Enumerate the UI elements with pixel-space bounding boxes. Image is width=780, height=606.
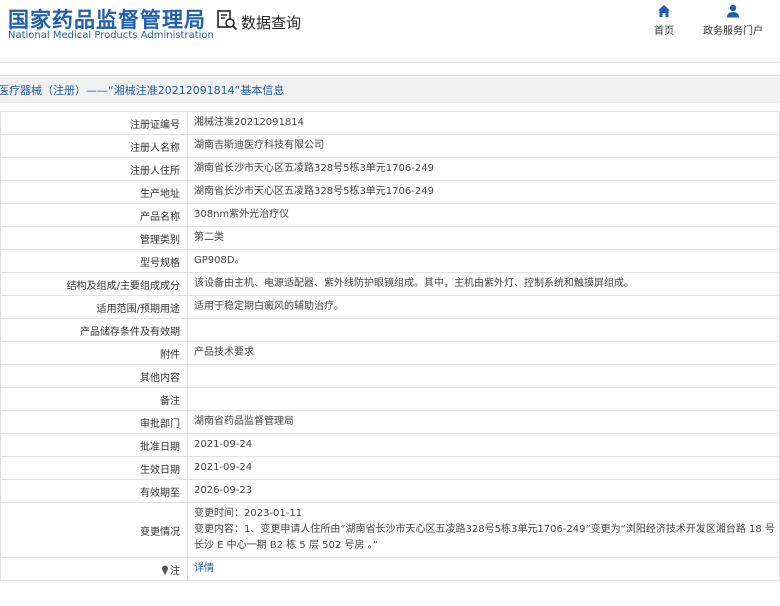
row-label: 管理类别	[0, 226, 188, 250]
data-query-label: 数据查询	[241, 13, 302, 32]
table-row: 结构及组成/主要组成成分 该设备由主机、电源适配器、紫外线防护眼镜组成。其中，主机…	[0, 272, 780, 296]
row-label: 附件	[0, 341, 188, 365]
row-value: 湖南省长沙市天心区五凌路328号5栋3单元1706-249	[187, 157, 780, 181]
row-label: 备注	[0, 387, 188, 411]
row-label: 产品名称	[0, 203, 188, 227]
table-row: 附件 产品技术要求	[0, 341, 780, 365]
change-value: 变更时间：2023-01-11 变更内容：1、变更申请人住所由“湖南省长沙市天心…	[187, 502, 780, 558]
row-label: 生产地址	[0, 180, 188, 204]
table-row: 批准日期 2021-09-24	[0, 433, 780, 457]
table-row: 管理类别 第二类	[0, 226, 780, 250]
notice-value: 详情	[187, 557, 780, 581]
data-query-title: 数据查询	[216, 10, 301, 34]
row-value	[187, 318, 780, 342]
table-row: 注册证编号 湘械注准20212091814	[0, 111, 780, 135]
row-value	[187, 387, 780, 411]
table-row-notice: 注 详情	[0, 557, 780, 581]
nav-home[interactable]: 首页	[650, 4, 678, 37]
logo-subtitle: National Medical Products Administration	[8, 30, 214, 41]
table-row: 其他内容	[0, 364, 780, 388]
row-label: 其他内容	[0, 364, 188, 388]
row-value: 湘械注准20212091814	[187, 111, 780, 135]
row-value: 第二类	[187, 226, 780, 250]
table-row-change: 变更情况 变更时间：2023-01-11 变更内容：1、变更申请人住所由“湖南省…	[0, 502, 780, 558]
table-row: 型号规格 GP908D。	[0, 249, 780, 273]
table-row: 审批部门 湖南省药品监督管理局	[0, 410, 780, 434]
pin-icon	[162, 565, 168, 575]
notice-label-cell: 注	[0, 557, 188, 581]
table-row: 注册人住所 湖南省长沙市天心区五凌路328号5栋3单元1706-249	[0, 157, 780, 181]
home-icon	[658, 5, 670, 17]
change-time: 变更时间：2023-01-11	[194, 508, 303, 519]
user-icon	[727, 4, 739, 18]
table-row: 产品储存条件及有效期	[0, 318, 780, 342]
breadcrumb-banner: 医疗器械（注册）——“湘械注准20212091814”基本信息	[0, 75, 780, 103]
row-label: 产品储存条件及有效期	[0, 318, 188, 342]
table-row: 有效期至 2026-09-23	[0, 479, 780, 503]
row-value	[187, 364, 780, 388]
row-label: 审批部门	[0, 410, 188, 434]
row-label: 注册证编号	[0, 111, 188, 135]
change-content: 变更内容：1、变更申请人住所由“湖南省长沙市天心区五凌路328号5栋3单元170…	[194, 524, 775, 551]
row-value: 湖南省长沙市天心区五凌路328号5栋3单元1706-249	[187, 180, 780, 204]
nav-home-label: 首页	[654, 26, 674, 37]
row-label: 有效期至	[0, 479, 188, 503]
table-row: 备注	[0, 387, 780, 411]
breadcrumb-title: 医疗器械（注册）——“湘械注准20212091814”基本信息	[0, 84, 285, 97]
row-label: 批准日期	[0, 433, 188, 457]
header-divider	[0, 62, 780, 63]
nav-portal-label: 政务服务门户	[703, 26, 763, 37]
table-row: 注册人名称 湖南吉斯迪医疗科技有限公司	[0, 134, 780, 158]
nav-service-portal[interactable]: 政务服务门户	[700, 4, 766, 37]
row-value: 适用于稳定期白癜风的辅助治疗。	[187, 295, 780, 319]
row-value: 308nm紫外光治疗仪	[187, 203, 780, 227]
row-label: 生效日期	[0, 456, 188, 480]
notice-label: 注	[170, 565, 180, 577]
details-link[interactable]: 详情	[194, 563, 214, 574]
row-value: 2026-09-23	[187, 479, 780, 503]
row-label: 注册人名称	[0, 134, 188, 158]
row-label: 适用范围/预期用途	[0, 295, 188, 319]
change-label: 变更情况	[0, 502, 188, 558]
table-row: 生产地址 湖南省长沙市天心区五凌路328号5栋3单元1706-249	[0, 180, 780, 204]
row-value: 产品技术要求	[187, 341, 780, 365]
document-search-icon	[216, 9, 238, 35]
row-value: GP908D。	[187, 249, 780, 273]
table-row: 产品名称 308nm紫外光治疗仪	[0, 203, 780, 227]
row-label: 注册人住所	[0, 157, 188, 181]
detail-table: 注册证编号 湘械注准20212091814 注册人名称 湖南吉斯迪医疗科技有限公司 …	[0, 111, 780, 581]
row-value: 2021-09-24	[187, 456, 780, 480]
row-value: 该设备由主机、电源适配器、紫外线防护眼镜组成。其中，主机由紫外灯、控制系统和触摸…	[187, 272, 780, 296]
row-value: 湖南吉斯迪医疗科技有限公司	[187, 134, 780, 158]
row-value: 2021-09-24	[187, 433, 780, 457]
site-header: 国家药品监督管理局 National Medical Products Admi…	[0, 0, 780, 62]
row-label: 型号规格	[0, 249, 188, 273]
table-row: 适用范围/预期用途 适用于稳定期白癜风的辅助治疗。	[0, 295, 780, 319]
table-row: 生效日期 2021-09-24	[0, 456, 780, 480]
row-value: 湖南省药品监督管理局	[187, 410, 780, 434]
row-label: 结构及组成/主要组成成分	[0, 272, 188, 296]
